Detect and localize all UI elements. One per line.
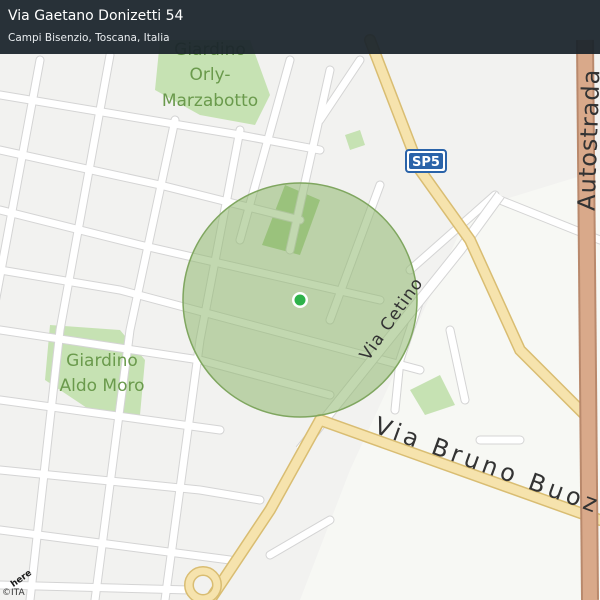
address-title: Via Gaetano Donizetti 54 [8, 8, 184, 24]
address-header: Via Gaetano Donizetti 54 Campi Bisenzio,… [0, 0, 600, 54]
map-canvas[interactable]: SP5 Giardino Orly- Marzabotto Giardino A… [0, 0, 600, 600]
park-moro-line-1: Giardino [66, 351, 138, 371]
address-subtitle: Campi Bisenzio, Toscana, Italia [8, 32, 170, 44]
location-marker[interactable] [294, 294, 306, 306]
park-moro-line-2: Aldo Moro [59, 376, 144, 396]
autostrada-label: Autostrada [573, 68, 600, 211]
map-attribution: ©ITA [2, 588, 25, 598]
sp5-shield: SP5 [405, 149, 447, 173]
sp5-label: SP5 [412, 155, 440, 170]
park-orly-line-3: Marzabotto [162, 91, 258, 111]
park-orly-line-2: Orly- [190, 65, 231, 85]
